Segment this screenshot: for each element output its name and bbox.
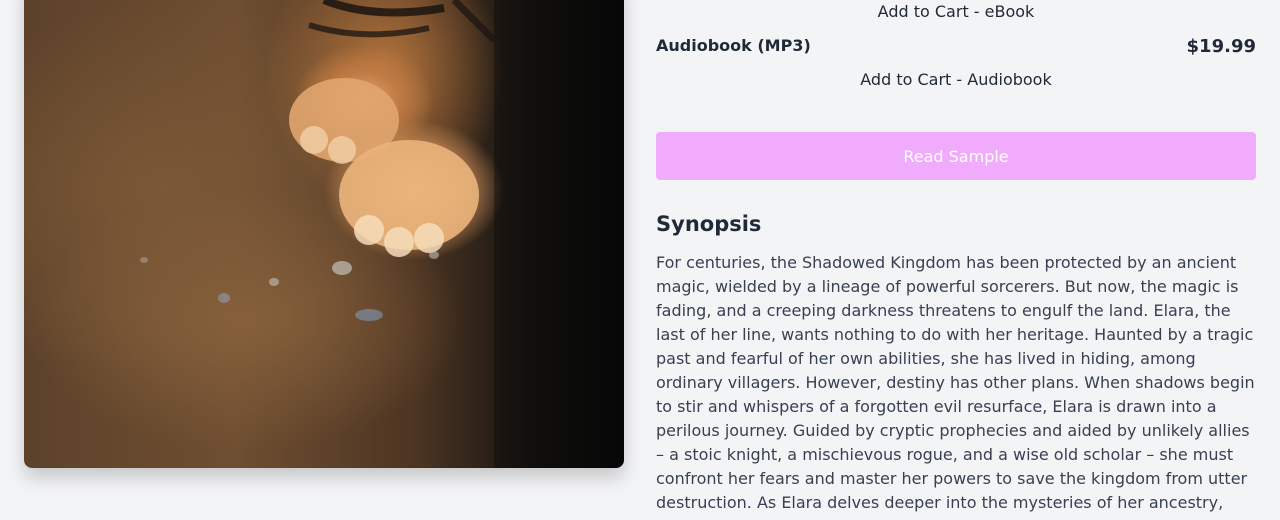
- tiger-paws-illustration: [140, 0, 624, 468]
- audiobook-format-label: Audiobook (MP3): [656, 36, 811, 55]
- read-sample-button[interactable]: Read Sample: [656, 132, 1256, 180]
- audiobook-format-row: Audiobook (MP3) $19.99: [656, 36, 1256, 58]
- book-detail-page: Add to Cart - eBook Audiobook (MP3) $19.…: [0, 0, 1280, 520]
- add-to-cart-ebook-button[interactable]: Add to Cart - eBook: [656, 2, 1256, 21]
- synopsis-heading: Synopsis: [656, 212, 762, 236]
- synopsis-text: For centuries, the Shadowed Kingdom has …: [656, 253, 1255, 512]
- book-cover-image: [24, 0, 624, 468]
- audiobook-price: $19.99: [1186, 36, 1256, 57]
- add-to-cart-audiobook-button[interactable]: Add to Cart - Audiobook: [656, 70, 1256, 89]
